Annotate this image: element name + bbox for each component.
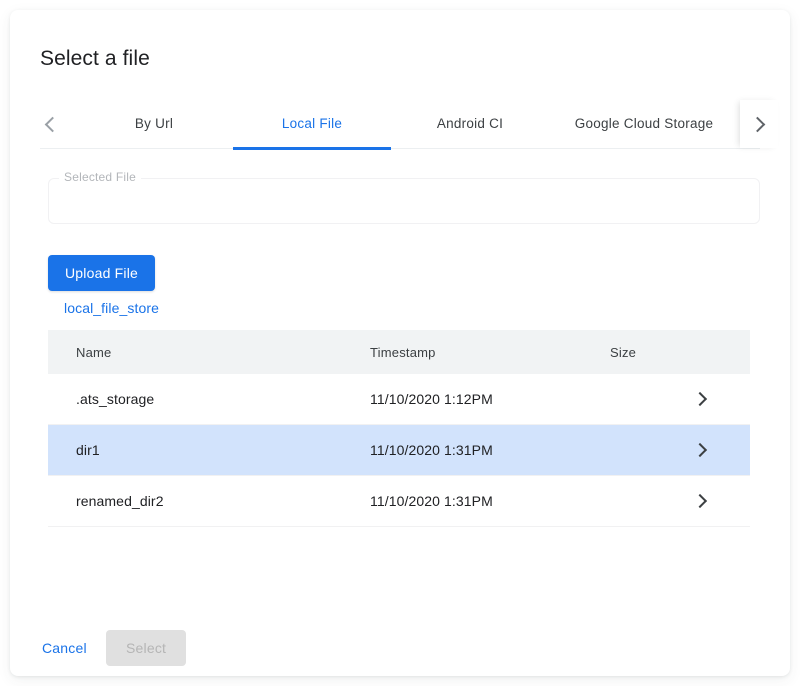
tab-google-cloud-storage[interactable]: Google Cloud Storage — [549, 99, 739, 150]
row-open-button[interactable] — [690, 476, 712, 526]
tab-label: Android CI — [437, 116, 503, 131]
column-header-name: Name — [76, 330, 111, 374]
column-header-timestamp: Timestamp — [370, 330, 436, 374]
tab-list: By Url Local File Android CI Google Clou… — [75, 100, 740, 149]
cancel-button[interactable]: Cancel — [30, 630, 99, 666]
cell-timestamp: 11/10/2020 1:31PM — [370, 425, 493, 475]
cell-name: renamed_dir2 — [76, 476, 164, 526]
selected-file-label: Selected File — [59, 170, 141, 184]
select-button[interactable]: Select — [106, 630, 186, 666]
select-a-file-dialog: Select a file By Url Local File Android … — [10, 10, 790, 676]
cell-timestamp: 11/10/2020 1:31PM — [370, 476, 493, 526]
chevron-right-icon — [692, 443, 706, 457]
tab-scroll-right-button[interactable] — [740, 100, 778, 148]
tab-android-ci[interactable]: Android CI — [391, 99, 549, 150]
tab-bar: By Url Local File Android CI Google Clou… — [10, 100, 790, 150]
row-open-button[interactable] — [690, 374, 712, 424]
breadcrumb[interactable]: local_file_store — [64, 300, 159, 316]
table-row[interactable]: .ats_storage 11/10/2020 1:12PM — [48, 374, 750, 425]
chevron-left-icon — [45, 116, 61, 132]
table-row[interactable]: dir1 11/10/2020 1:31PM — [48, 425, 750, 476]
selected-file-field[interactable]: Selected File — [48, 178, 760, 224]
dialog-footer: Cancel Select — [10, 620, 790, 676]
column-header-size: Size — [610, 330, 636, 374]
chevron-right-icon — [692, 494, 706, 508]
selected-file-input[interactable] — [61, 188, 747, 212]
page-title: Select a file — [40, 45, 150, 73]
table-row[interactable]: renamed_dir2 11/10/2020 1:31PM — [48, 476, 750, 527]
cell-timestamp: 11/10/2020 1:12PM — [370, 374, 493, 424]
tab-label: By Url — [135, 116, 173, 131]
cell-name: .ats_storage — [76, 374, 154, 424]
cell-name: dir1 — [76, 425, 100, 475]
table-header-row: Name Timestamp Size — [48, 330, 750, 374]
tab-by-url[interactable]: By Url — [75, 99, 233, 150]
chevron-right-icon — [692, 392, 706, 406]
file-table: Name Timestamp Size .ats_storage 11/10/2… — [48, 330, 750, 527]
row-open-button[interactable] — [690, 425, 712, 475]
tab-label: Google Cloud Storage — [575, 116, 714, 131]
tab-scroll-left-button[interactable] — [32, 100, 70, 148]
chevron-right-icon — [750, 116, 766, 132]
upload-file-button[interactable]: Upload File — [48, 255, 155, 291]
tab-local-file[interactable]: Local File — [233, 99, 391, 150]
tab-label: Local File — [282, 116, 342, 131]
